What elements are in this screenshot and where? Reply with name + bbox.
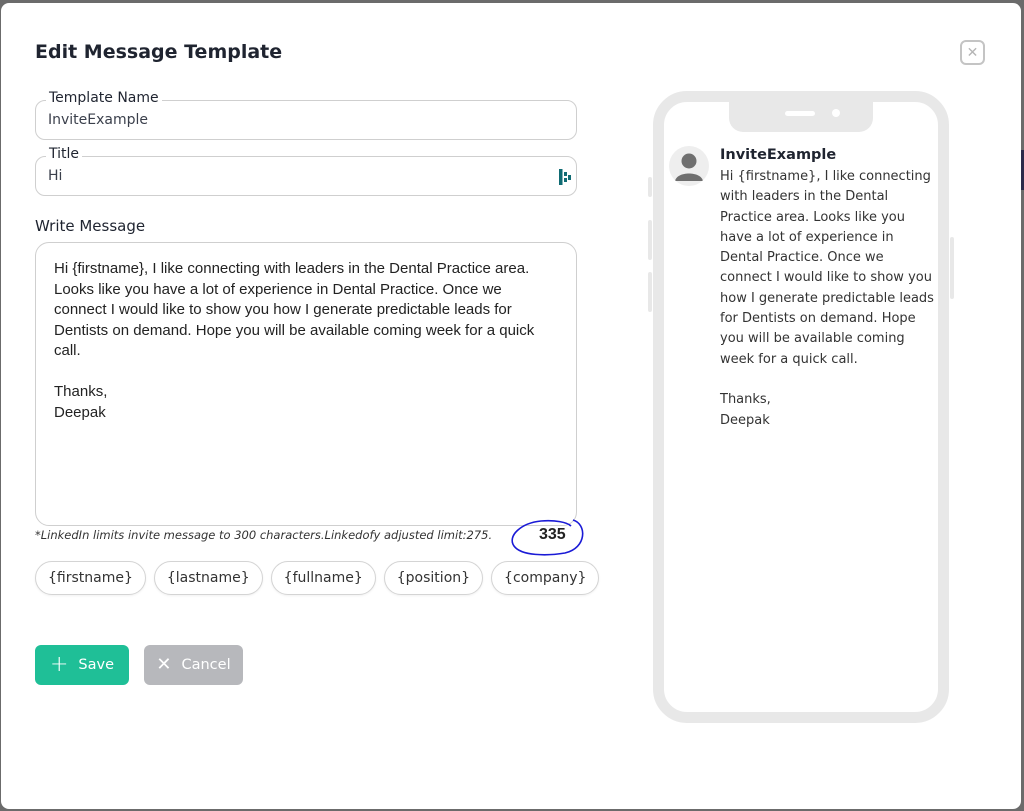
template-name-label: Template Name <box>46 90 162 106</box>
plus-icon: + <box>49 652 69 677</box>
x-icon: ✕ <box>156 654 172 675</box>
chip-position[interactable]: {position} <box>383 561 484 595</box>
template-name-input[interactable]: InviteExample <box>48 112 148 128</box>
save-label: Save <box>78 657 115 673</box>
preview-message: Hi {firstname}, I like connecting with l… <box>720 169 934 428</box>
char-count: 335 <box>539 526 566 543</box>
close-icon: ✕ <box>966 44 979 61</box>
save-button[interactable]: + Save <box>35 645 129 685</box>
phone-side-button <box>648 272 652 312</box>
template-name-field[interactable]: Template Name InviteExample <box>35 90 577 140</box>
close-button[interactable]: ✕ <box>960 40 985 65</box>
phone-side-button <box>950 237 954 299</box>
phone-side-button <box>648 220 652 260</box>
phone-side-button <box>648 177 652 197</box>
preview-name: InviteExample <box>720 147 837 163</box>
phone-notch <box>729 100 873 132</box>
chip-firstname[interactable]: {firstname} <box>35 561 146 595</box>
phone-camera <box>832 109 840 117</box>
chip-fullname[interactable]: {fullname} <box>270 561 376 595</box>
chip-lastname[interactable]: {lastname} <box>153 561 263 595</box>
phone-preview: InviteExample Hi {firstname}, I like con… <box>648 91 954 723</box>
cancel-button[interactable]: ✕ Cancel <box>144 645 243 685</box>
modal-title: Edit Message Template <box>35 41 283 63</box>
title-label: Title <box>46 146 83 162</box>
linkedofy-logo-icon[interactable] <box>558 168 572 186</box>
cancel-label: Cancel <box>181 657 231 673</box>
title-field[interactable]: Title Hi <box>35 146 577 196</box>
chip-company[interactable]: {company} <box>491 561 600 595</box>
placeholder-chips: {firstname} {lastname} {fullname} {posit… <box>35 561 600 595</box>
message-textarea[interactable]: Hi {firstname}, I like connecting with l… <box>35 242 577 526</box>
write-message-label: Write Message <box>35 217 146 235</box>
edit-template-modal: Edit Message Template ✕ Template Name In… <box>1 3 1021 809</box>
user-avatar-icon <box>669 146 709 186</box>
phone-speaker <box>785 111 815 116</box>
limit-note: *LinkedIn limits invite message to 300 c… <box>35 528 493 542</box>
title-input[interactable]: Hi <box>48 168 62 184</box>
